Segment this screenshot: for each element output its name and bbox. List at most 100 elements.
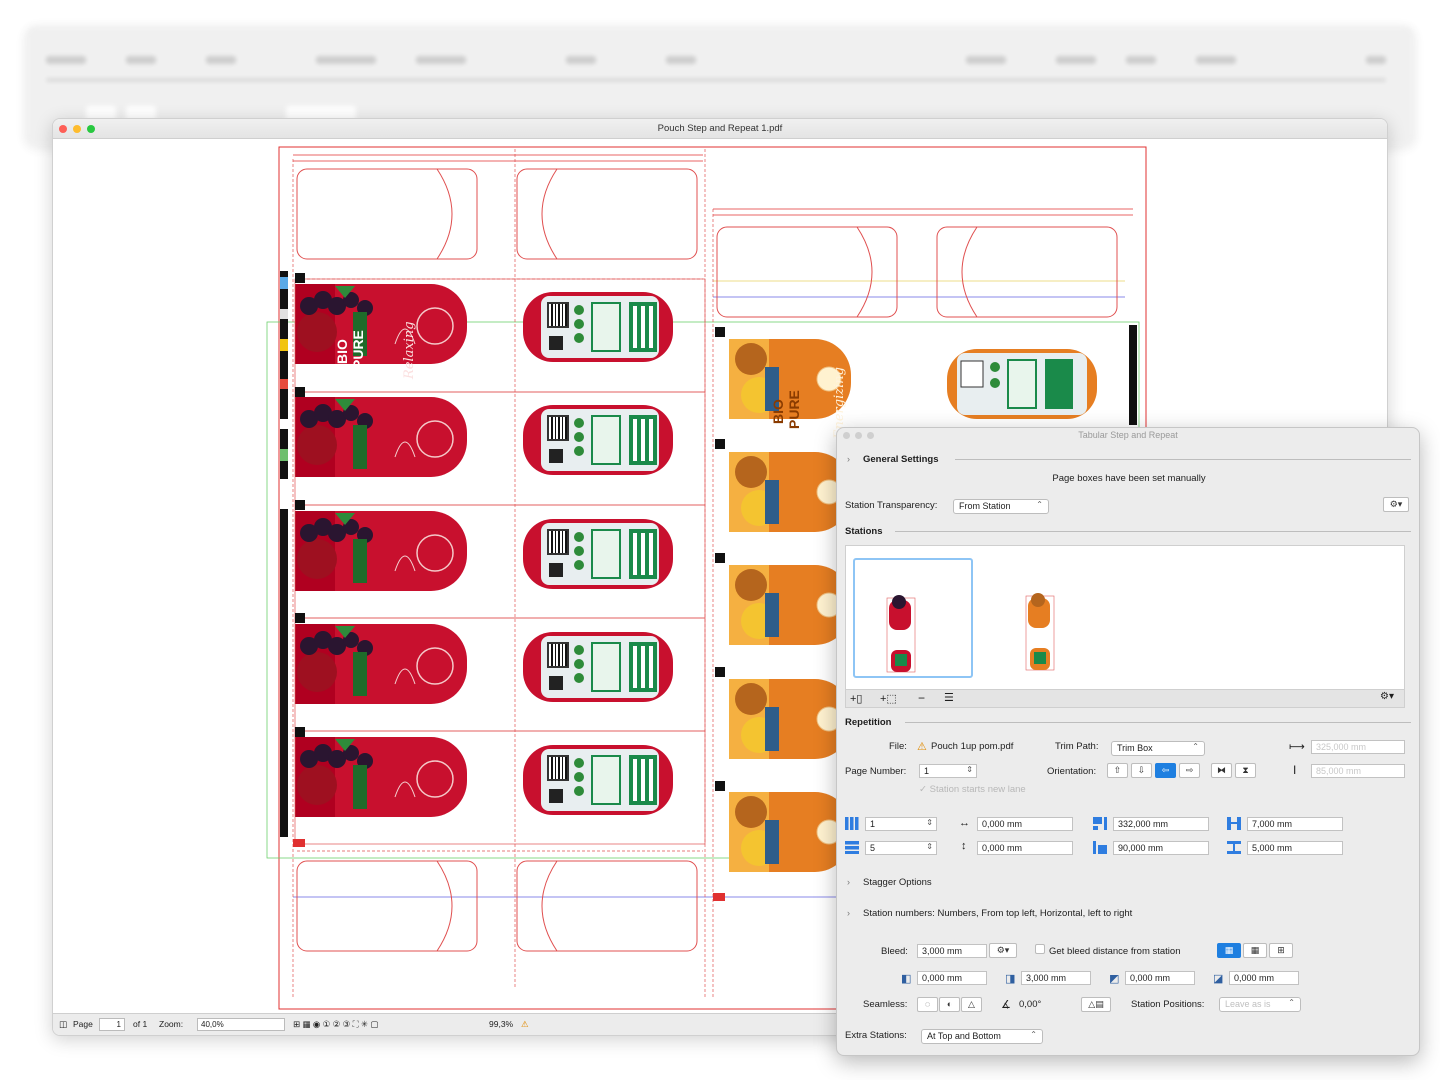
bleed-right-icon: ◩ xyxy=(1109,973,1120,985)
bleed-field[interactable]: 3,000 mm xyxy=(917,944,987,958)
height-icon: Ι xyxy=(1293,763,1297,777)
angle-mode-button[interactable]: △▤ xyxy=(1081,997,1111,1012)
file-warning-icon: ⚠ xyxy=(917,741,927,753)
bleed-bottom-icon: ◪ xyxy=(1213,973,1224,985)
bleed-mode-2-button[interactable]: ▦ xyxy=(1243,943,1267,958)
bleed-mode-3-button[interactable]: ⊞ xyxy=(1269,943,1293,958)
document-title: Pouch Step and Repeat 1.pdf xyxy=(657,123,783,134)
stations-list[interactable] xyxy=(845,545,1405,690)
left-brand-text: BIO xyxy=(334,339,350,364)
page-number-field[interactable]: 1 ⇕ xyxy=(919,764,977,778)
left-brand-text-2: PURE xyxy=(350,330,366,369)
horizontal-gap-field[interactable]: 0,000 mm xyxy=(977,817,1073,831)
coverage-value: 99,3% xyxy=(489,1019,514,1029)
seamless-mode-2-button[interactable]: ◐ xyxy=(939,997,960,1012)
orientation-right-button[interactable]: ⇨ xyxy=(1179,763,1200,778)
station-numbers[interactable]: Station numbers: Numbers, From top left,… xyxy=(863,908,1132,919)
trim-path-label: Trim Path: xyxy=(1055,741,1099,752)
orientation-label: Orientation: xyxy=(1047,766,1097,777)
orientation-down-button[interactable]: ⇩ xyxy=(1131,763,1152,778)
horizontal-gap-icon: ↔ xyxy=(959,817,970,829)
stations-header: Stations xyxy=(845,526,883,537)
flip-horizontal-button[interactable]: ⧓ xyxy=(1211,763,1232,778)
bleed-bottom-field[interactable]: 0,000 mm xyxy=(1229,971,1299,985)
rows-field[interactable]: 5 ⇕ xyxy=(865,841,937,855)
vertical-gap-field[interactable]: 0,000 mm xyxy=(977,841,1073,855)
stations-toolbar: +▯ +⬚ − ☰ ⚙▾ xyxy=(845,690,1405,708)
right-brand-text-2: PURE xyxy=(786,390,802,429)
color-bar xyxy=(280,271,288,837)
vertical-gap-icon: ↕ xyxy=(961,840,967,852)
station-new-lane-checkbox[interactable]: ✓ Station starts new lane xyxy=(919,784,1026,795)
columns-icon xyxy=(845,817,859,830)
bleed-gear-icon[interactable]: ⚙▾ xyxy=(989,943,1017,958)
margin-horizontal-field[interactable]: 7,000 mm xyxy=(1247,817,1343,831)
bleed-mode-1-button[interactable]: ▦ xyxy=(1217,943,1241,958)
bleed-label: Bleed: xyxy=(881,946,908,957)
step-vertical-icon xyxy=(1093,841,1107,854)
step-vertical-field[interactable]: 90,000 mm xyxy=(1113,841,1209,855)
stations-gear-icon[interactable]: ⚙▾ xyxy=(1380,691,1394,702)
margin-vertical-icon xyxy=(1227,841,1241,854)
trim-path-select[interactable]: Trim Box xyxy=(1111,741,1205,756)
station-thumb[interactable] xyxy=(996,558,1116,678)
get-bleed-checkbox[interactable] xyxy=(1035,944,1045,954)
zoom-select[interactable]: 40,0% xyxy=(197,1018,285,1031)
page-number-label: Page Number: xyxy=(845,766,907,777)
width-field[interactable]: 325,000 mm xyxy=(1311,740,1405,754)
zoom-label: Zoom: xyxy=(159,1019,184,1029)
columns-field[interactable]: 1 ⇕ xyxy=(865,817,937,831)
page-count: of 1 xyxy=(133,1019,148,1029)
panel-zoom-button[interactable] xyxy=(867,432,874,439)
file-name[interactable]: Pouch 1up pom.pdf xyxy=(931,741,1013,752)
bleed-left-icon: ◧ xyxy=(901,973,912,985)
station-transparency-label: Station Transparency: xyxy=(845,500,938,511)
extra-stations-select[interactable]: At Top and Bottom xyxy=(921,1029,1043,1044)
station-numbers-chevron-icon[interactable]: › xyxy=(847,908,850,918)
stagger-chevron-icon[interactable]: › xyxy=(847,877,850,887)
settings-gear-icon[interactable]: ⚙▾ xyxy=(1383,497,1409,512)
add-page-icon[interactable]: +▯ xyxy=(850,692,862,705)
width-icon: ⟼ xyxy=(1289,741,1305,753)
document-titlebar: Pouch Step and Repeat 1.pdf xyxy=(53,119,1387,139)
left-flavor-text: Relaxing xyxy=(402,321,417,380)
sidebar-toggle-icon[interactable]: ◫ xyxy=(59,1019,67,1030)
toolbar-icon-row[interactable]: ⊞ ▦ ◉ ① ② ③ ⛶ ✳ ▢ xyxy=(293,1019,378,1030)
manual-note: Page boxes have been set manually xyxy=(1052,473,1206,484)
step-repeat-panel: Tabular Step and Repeat › General Settin… xyxy=(836,427,1420,1056)
angle-field[interactable]: 0,00° xyxy=(1019,999,1041,1010)
orientation-left-button[interactable]: ⇦ xyxy=(1155,763,1176,778)
station-positions-select[interactable]: Leave as is xyxy=(1219,997,1301,1012)
station-positions-label: Station Positions: xyxy=(1131,999,1205,1010)
right-brand-text: BIO xyxy=(770,399,786,424)
stagger-options[interactable]: Stagger Options xyxy=(863,877,932,888)
extra-stations-label: Extra Stations: xyxy=(845,1030,907,1041)
warning-icon[interactable]: ⚠ xyxy=(521,1019,529,1030)
panel-minimize-button[interactable] xyxy=(855,432,862,439)
step-horizontal-field[interactable]: 332,000 mm xyxy=(1113,817,1209,831)
bleed-top-icon: ◨ xyxy=(1005,973,1016,985)
seamless-label: Seamless: xyxy=(863,999,908,1010)
general-chevron-icon[interactable]: › xyxy=(847,454,850,464)
seamless-mode-3-button[interactable]: △ xyxy=(961,997,982,1012)
get-bleed-label: Get bleed distance from station xyxy=(1049,946,1181,957)
page-input[interactable]: 1 xyxy=(99,1018,125,1031)
add-station-icon[interactable]: +⬚ xyxy=(880,692,897,705)
panel-close-button[interactable] xyxy=(843,432,850,439)
angle-icon: ∡ xyxy=(1001,999,1011,1011)
bleed-top-field[interactable]: 3,000 mm xyxy=(1021,971,1091,985)
station-thumb-selected[interactable] xyxy=(853,558,973,678)
bleed-left-field[interactable]: 0,000 mm xyxy=(917,971,987,985)
seamless-mode-1-button[interactable]: ◌ xyxy=(917,997,938,1012)
bleed-right-field[interactable]: 0,000 mm xyxy=(1125,971,1195,985)
list-view-icon[interactable]: ☰ xyxy=(944,691,954,704)
remove-station-icon[interactable]: − xyxy=(918,691,925,705)
height-field[interactable]: 85,000 mm xyxy=(1311,764,1405,778)
orientation-up-button[interactable]: ⇧ xyxy=(1107,763,1128,778)
station-transparency-select[interactable]: From Station xyxy=(953,499,1049,514)
margin-vertical-field[interactable]: 5,000 mm xyxy=(1247,841,1343,855)
station-thumb-mango xyxy=(1025,593,1055,671)
general-settings-header[interactable]: General Settings xyxy=(863,454,939,465)
flip-vertical-button[interactable]: ⧗ xyxy=(1235,763,1256,778)
panel-title: Tabular Step and Repeat xyxy=(1078,430,1178,440)
